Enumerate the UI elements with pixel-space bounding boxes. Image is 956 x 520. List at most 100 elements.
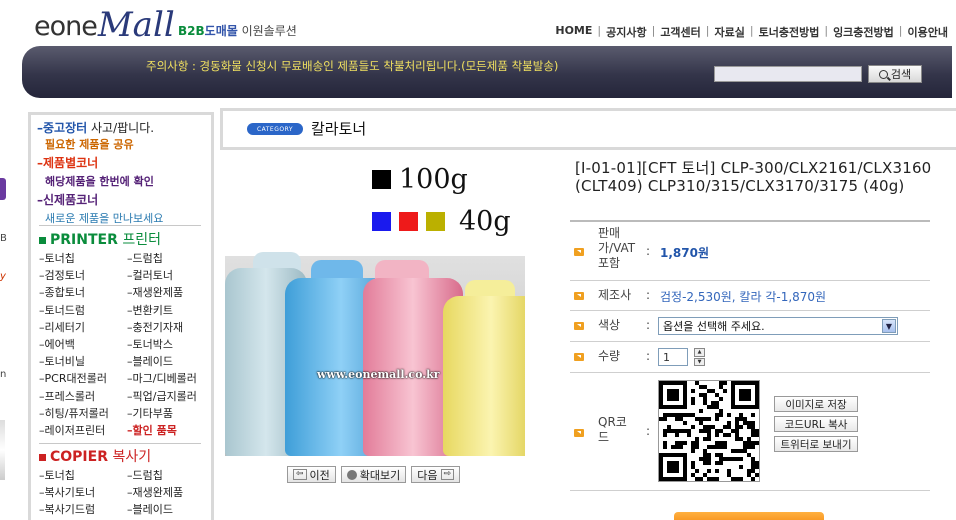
sidebar-menu-item-label: 드럼칩	[132, 469, 163, 482]
sidebar-menu-item[interactable]: –기타부품	[127, 405, 211, 422]
bullet-icon	[574, 248, 584, 256]
sidebar-new-products[interactable]: –신제품코너	[37, 191, 98, 208]
sidebar-menu-item-label: 토너박스	[132, 338, 173, 352]
nav-home[interactable]: HOME	[555, 24, 592, 40]
printer-category-head[interactable]: PRINTER 프린터	[39, 229, 161, 249]
copier-item-grid: –토너칩 –드럼칩 –복사기토너 –재생완제품 –복사기드럼 –블레이드	[39, 467, 211, 519]
twitter-share-button[interactable]: 트위터로 보내기	[774, 436, 858, 452]
divider	[570, 280, 930, 281]
sidebar-menu-item[interactable]: –드럼칩	[127, 467, 211, 484]
price-label: 판매가/VAT포함	[598, 226, 636, 270]
divider	[570, 341, 930, 342]
sidebar-menu-item[interactable]: –토너박스	[127, 336, 211, 353]
sidebar-menu-item[interactable]: –리세터기	[39, 319, 127, 336]
category-title: 칼라토너	[311, 120, 367, 138]
sidebar-menu-item[interactable]: –히팅/퓨저롤러	[39, 405, 127, 422]
sidebar-menu-item[interactable]: –프레스롤러	[39, 388, 127, 405]
sidebar-menu-item[interactable]: –토너드럼	[39, 302, 127, 319]
tagline-dome: 도매몰	[204, 24, 238, 38]
sidebar-menu-item-label: 리세터기	[44, 320, 85, 334]
sidebar-menu-item[interactable]: –픽업/급지롤러	[127, 388, 211, 405]
arrow-left-icon: ⇦	[293, 469, 307, 480]
sidebar-menu-item-label: 픽업/급지롤러	[132, 389, 197, 403]
sidebar-used-market[interactable]: –중고장터 사고/팝니다.	[37, 119, 154, 136]
prev-label: 이전	[309, 468, 330, 482]
sidebar-new-products-title: 신제품코너	[43, 193, 99, 207]
quantity-stepper[interactable]: ▲ ▼	[694, 348, 705, 366]
sidebar-menu-item[interactable]: –복사기드럼	[39, 501, 127, 518]
sidebar-menu-item-label: 검정토너	[44, 269, 85, 283]
maker-label: 제조사	[598, 288, 632, 302]
sidebar-menu-item-label: 토너비닐	[44, 355, 85, 369]
notice-text: 주의사항 : 경동화물 신청시 무료배송인 제품들도 착불처리됩니다.(모든제품…	[146, 59, 559, 73]
search-button[interactable]: 검색	[868, 65, 922, 83]
sidebar-menu-item[interactable]: –충전기자재	[127, 319, 211, 336]
divider	[39, 443, 201, 444]
sidebar-menu-item[interactable]: –컬러토너	[127, 267, 211, 284]
weight-color-row: 40g	[372, 206, 511, 237]
search-button-label: 검색	[890, 68, 912, 81]
sidebar-menu-item[interactable]: –재생완제품	[127, 284, 211, 301]
sidebar-menu-item-label: 토너드럼	[44, 303, 85, 317]
sidebar-menu-item[interactable]: –재생완제품	[127, 484, 211, 501]
logo-mall-text: Mall	[97, 5, 175, 45]
sidebar-menu-item[interactable]: –종합토너	[39, 284, 127, 301]
sidebar-menu-item[interactable]: –변환키트	[127, 302, 211, 319]
sidebar-product-corner-title: 제품별코너	[43, 156, 99, 170]
edge-widget[interactable]	[0, 178, 6, 200]
color-select[interactable]: 옵션을 선택해 주세요. ▼	[658, 317, 898, 335]
tagline-company: 이원솔루션	[237, 24, 297, 38]
stepper-up-icon[interactable]: ▲	[694, 348, 705, 357]
search-input[interactable]	[714, 66, 862, 82]
quantity-input[interactable]: 1	[658, 348, 688, 366]
sidebar-menu-item[interactable]: –토너비닐	[39, 353, 127, 370]
sidebar-menu-item[interactable]: –레이저프린터	[39, 422, 127, 439]
sidebar-menu-item[interactable]: –블레이드	[127, 353, 211, 370]
nav-guide[interactable]: 이용안내	[908, 24, 948, 40]
chevron-down-icon[interactable]: ▼	[882, 319, 896, 333]
save-image-button[interactable]: 이미지로 저장	[774, 396, 858, 412]
sidebar-product-corner[interactable]: –제품별코너	[37, 154, 98, 171]
zoom-button[interactable]: 확대보기	[340, 466, 407, 483]
sidebar-menu-item[interactable]: –드럼칩	[127, 250, 211, 267]
product-image[interactable]: 100g 40g www.eonemall.co.kr	[225, 156, 525, 456]
site-logo[interactable]: eone Mall	[34, 6, 175, 42]
nav-customer-center[interactable]: 고객센터	[660, 24, 700, 40]
arrow-right-icon: ⇨	[440, 469, 455, 480]
printer-head-en: PRINTER	[50, 232, 118, 248]
nav-notice[interactable]: 공지사항	[606, 24, 646, 40]
edge-fragment: y	[0, 271, 6, 282]
square-bullet-icon	[39, 453, 46, 461]
qty-row: 수량 : 1 ▲ ▼	[574, 348, 930, 368]
price-row: 판매가/VAT포함 : 1,870원	[574, 226, 930, 278]
image-watermark: www.eonemall.co.kr	[317, 368, 440, 381]
nav-ink-refill[interactable]: 잉크충전방법	[833, 24, 894, 40]
copier-category-head[interactable]: COPIER 복사기	[39, 446, 151, 466]
sidebar-menu-item[interactable]: –복사기토너	[39, 484, 127, 501]
sidebar-used-market-title: 중고장터	[43, 121, 88, 135]
copy-url-button[interactable]: 코드URL 복사	[774, 416, 858, 432]
red-swatch	[399, 212, 418, 231]
qr-label: QR코드	[598, 415, 627, 444]
sidebar-menu-item[interactable]: –검정토너	[39, 267, 127, 284]
sidebar-menu-item[interactable]: –토너칩	[39, 250, 127, 267]
sidebar-menu-item[interactable]: –PCR대전롤러	[39, 370, 127, 387]
sidebar-menu-item[interactable]: –에어백	[39, 336, 127, 353]
sidebar-menu-item[interactable]: –할인 품목	[127, 422, 211, 439]
nav-archive[interactable]: 자료실	[715, 24, 745, 40]
logo-eone-text: eone	[34, 11, 98, 42]
sidebar-menu-item-label: 프레스롤러	[44, 389, 96, 403]
sidebar-menu-item[interactable]: –블레이드	[127, 501, 211, 518]
prev-image-button[interactable]: ⇦ 이전	[287, 466, 336, 483]
divider	[570, 372, 930, 373]
sidebar-menu-item[interactable]: –마그/디베롤러	[127, 370, 211, 387]
color-label: 색상	[598, 318, 621, 332]
order-button[interactable]	[674, 512, 824, 520]
maker-value: 검정-2,530원, 칼라 각-1,870원	[660, 290, 827, 304]
stepper-down-icon[interactable]: ▼	[694, 357, 705, 366]
sidebar-menu-item[interactable]: –토너칩	[39, 467, 127, 484]
nav-toner-refill[interactable]: 토너충전방법	[759, 24, 820, 40]
next-image-button[interactable]: 다음 ⇨	[411, 466, 461, 483]
sidebar-menu-item-label: 히팅/퓨저롤러	[44, 406, 109, 420]
copier-head-en: COPIER	[50, 449, 108, 465]
